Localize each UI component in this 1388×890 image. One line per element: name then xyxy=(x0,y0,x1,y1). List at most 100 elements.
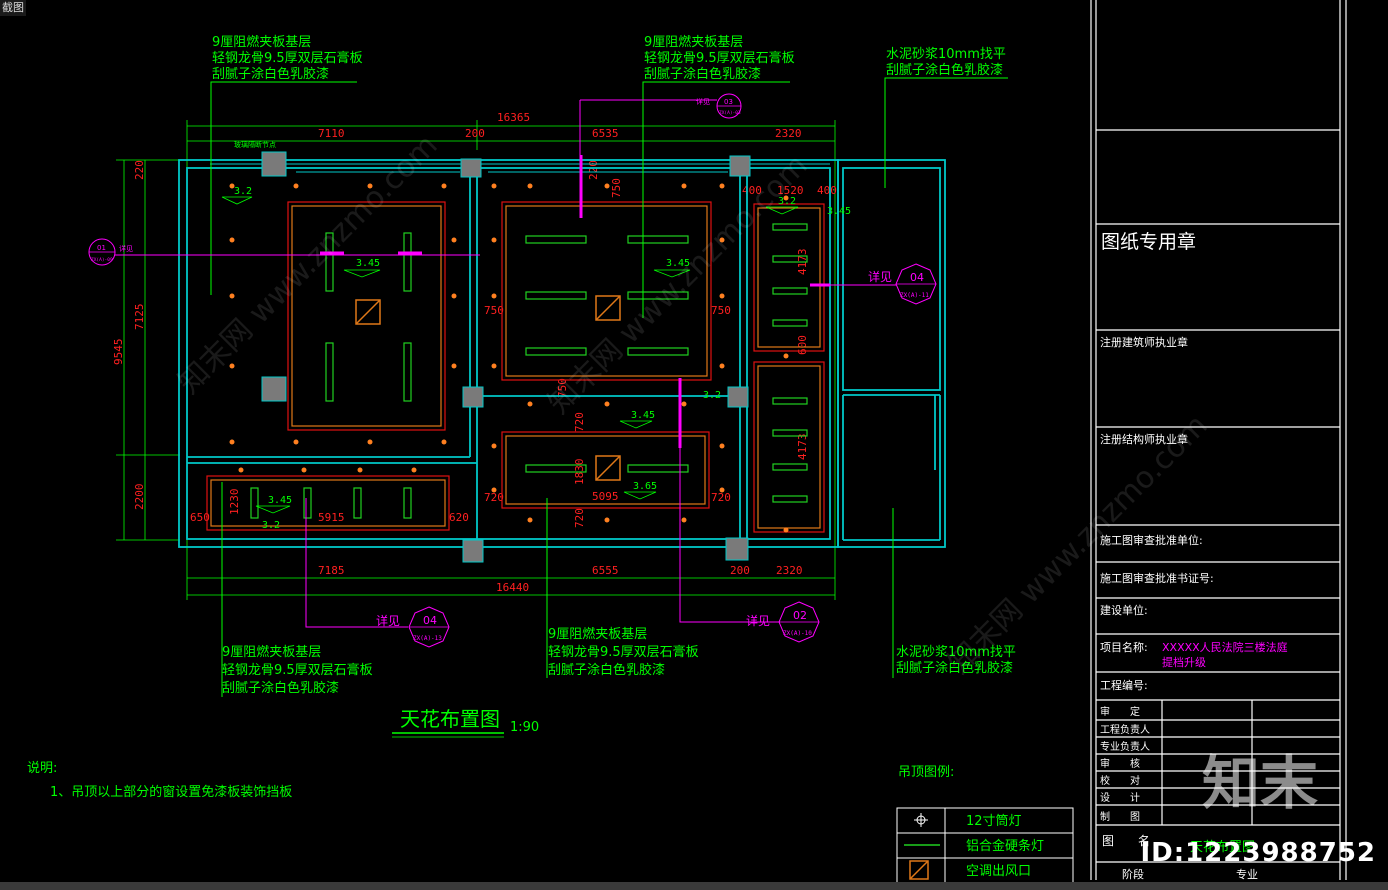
dim-mid-2: 5095 xyxy=(592,490,619,503)
project-name-2: 提档升级 xyxy=(1162,655,1206,669)
svg-text:3.45: 3.45 xyxy=(631,410,655,421)
status-bar xyxy=(0,882,1388,890)
detail-ref-02[interactable]: 02 ZX(A)-10 详见 xyxy=(746,601,820,643)
svg-text:详见: 详见 xyxy=(119,244,133,253)
role-5: 设 计 xyxy=(1100,791,1140,804)
svg-text:ZX(A)-11: ZX(A)-11 xyxy=(900,292,929,299)
role-2: 专业负责人 xyxy=(1100,740,1150,753)
svg-text:3.45: 3.45 xyxy=(827,206,851,217)
svg-text:ZX(A)-03: ZX(A)-03 xyxy=(719,110,741,116)
role-6: 制 图 xyxy=(1100,810,1140,823)
dim-mid-1: 5915 xyxy=(318,511,345,524)
dim-bot-2: 6555 xyxy=(592,564,619,577)
dimension-lines xyxy=(116,120,836,600)
dim-r-600: 600 xyxy=(796,335,809,355)
dim-r-400b: 400 xyxy=(817,184,837,197)
ceiling-legend: 吊顶图例: 12寸筒灯 铝合金硬条灯 空调出风口 xyxy=(896,765,1074,884)
legend-item-2: 空调出风口 xyxy=(966,864,1031,879)
dim-h-750l: 750 xyxy=(484,304,504,317)
role-4: 校 对 xyxy=(1100,774,1140,787)
dim-v-720b: 720 xyxy=(573,508,586,528)
svg-text:ZX(A)-10: ZX(A)-10 xyxy=(783,630,812,637)
svg-text:详见: 详见 xyxy=(696,97,710,106)
dim-bot-1: 7185 xyxy=(318,564,345,577)
brand-logo: 知末 xyxy=(1201,749,1318,817)
role-3: 审 核 xyxy=(1100,757,1140,770)
dim-v-1230: 1230 xyxy=(228,489,241,516)
dim-v-220: 220 xyxy=(587,160,600,180)
dim-top-2: 200 xyxy=(465,127,485,140)
dimension-text: 16365 7110 200 6535 2320 7185 6555 200 2… xyxy=(112,111,837,594)
dim-left-3: 2200 xyxy=(133,484,146,511)
svg-text:详见: 详见 xyxy=(868,269,892,284)
legend-item-0: 12寸筒灯 xyxy=(966,813,1022,829)
notes: 说明: 1、吊顶以上部分的窗设置免漆板装饰挡板 xyxy=(27,761,292,800)
dim-left-total: 9545 xyxy=(112,339,125,366)
struct-seal-label: 注册结构师执业章 xyxy=(1100,432,1188,446)
downlight-icon xyxy=(914,813,928,827)
svg-text:3.2: 3.2 xyxy=(262,520,280,531)
dim-v-750a: 750 xyxy=(556,378,569,398)
drawing-scale: 1:90 xyxy=(510,720,539,735)
dim-h-720r: 720 xyxy=(711,491,731,504)
ceiling-panels xyxy=(206,201,825,533)
detail-ref-03[interactable]: 03 ZX(A)-03 详见 xyxy=(580,93,742,119)
review-cert-label: 施工图审查批准书证号: xyxy=(1100,571,1214,585)
svg-text:3.45: 3.45 xyxy=(666,258,690,269)
svg-text:3.65: 3.65 xyxy=(633,481,657,492)
dim-left-1: 220 xyxy=(133,160,146,180)
callout-bl-3: 刮腻子涂白色乳胶漆 xyxy=(222,680,339,696)
callout-bm-2: 轻钢龙骨9.5厚双层石膏板 xyxy=(548,644,699,660)
project-no-label: 工程编号: xyxy=(1100,678,1148,692)
role-1: 工程负责人 xyxy=(1100,723,1150,736)
arch-seal-label: 注册建筑师执业章 xyxy=(1100,335,1188,349)
stage-label: 阶段 xyxy=(1122,867,1144,881)
role-0: 审 定 xyxy=(1100,705,1140,718)
project-label: 项目名称: xyxy=(1100,640,1148,654)
svg-text:04: 04 xyxy=(423,614,437,627)
ac-vents xyxy=(355,295,621,481)
svg-text:3.45: 3.45 xyxy=(268,495,292,506)
detail-ref-01[interactable]: 01 ZX(A)-09 详见 xyxy=(88,238,133,266)
callout-leaders xyxy=(210,77,1008,697)
detail-ref-04-a[interactable]: 04 ZX(A)-11 详见 xyxy=(868,263,937,305)
dim-bot-total: 16440 xyxy=(496,581,529,594)
callout-bl-1: 9厘阻燃夹板基层 xyxy=(222,644,321,660)
svg-text:04: 04 xyxy=(910,271,924,284)
callout-tl-1: 9厘阻燃夹板基层 xyxy=(212,34,311,50)
svg-text:3.2: 3.2 xyxy=(778,196,796,207)
callout-tm-3: 刮腻子涂白色乳胶漆 xyxy=(644,66,761,82)
dim-top-1: 7110 xyxy=(318,127,345,140)
callout-bl-2: 轻钢龙骨9.5厚双层石膏板 xyxy=(222,662,373,678)
detail-ref-04-b[interactable]: 04 ZX(A)-13 详见 xyxy=(376,606,450,648)
ac-vent-icon xyxy=(909,860,929,880)
dim-r-4173b: 4173 xyxy=(796,434,809,461)
svg-text:01: 01 xyxy=(97,244,106,252)
svg-text:详见: 详见 xyxy=(376,613,400,628)
dim-top-4: 2320 xyxy=(775,127,802,140)
svg-text:3.2: 3.2 xyxy=(703,390,721,401)
callout-tr-1: 水泥砂浆10mm找平 xyxy=(886,47,1006,62)
callout-tr-2: 刮腻子涂白色乳胶漆 xyxy=(886,62,1003,78)
dim-v-750c: 750 xyxy=(610,178,623,198)
callout-tm-2: 轻钢龙骨9.5厚双层石膏板 xyxy=(644,50,795,66)
svg-text:详见: 详见 xyxy=(746,613,770,628)
wall-label: 玻璃隔断节点 xyxy=(234,140,276,149)
callout-tl-2: 轻钢龙骨9.5厚双层石膏板 xyxy=(212,50,363,66)
legend-header: 吊顶图例: xyxy=(898,765,954,780)
dim-v-720a: 720 xyxy=(573,412,586,432)
callout-tl-3: 刮腻子涂白色乳胶漆 xyxy=(212,66,329,82)
svg-text:02: 02 xyxy=(793,609,807,622)
dim-top-3: 6535 xyxy=(592,127,619,140)
cad-drawing-canvas[interactable]: 图纸专用章 注册建筑师执业章 注册结构师执业章 施工图审查批准单位: 施工图审查… xyxy=(0,0,1388,890)
callout-br-1: 水泥砂浆10mm找平 xyxy=(896,645,1016,660)
project-name-1: XXXXX人民法院三楼法庭 xyxy=(1162,640,1288,654)
svg-text:ZX(A)-13: ZX(A)-13 xyxy=(413,635,442,642)
walls xyxy=(178,159,946,548)
dim-h-720l: 720 xyxy=(484,491,504,504)
asset-id: ID:1223988752 xyxy=(1140,838,1376,868)
callout-br-2: 刮腻子涂白色乳胶漆 xyxy=(896,660,1013,676)
dim-top-total: 16365 xyxy=(497,111,530,124)
callout-tm-1: 9厘阻燃夹板基层 xyxy=(644,34,743,50)
dim-r-400a: 400 xyxy=(742,184,762,197)
